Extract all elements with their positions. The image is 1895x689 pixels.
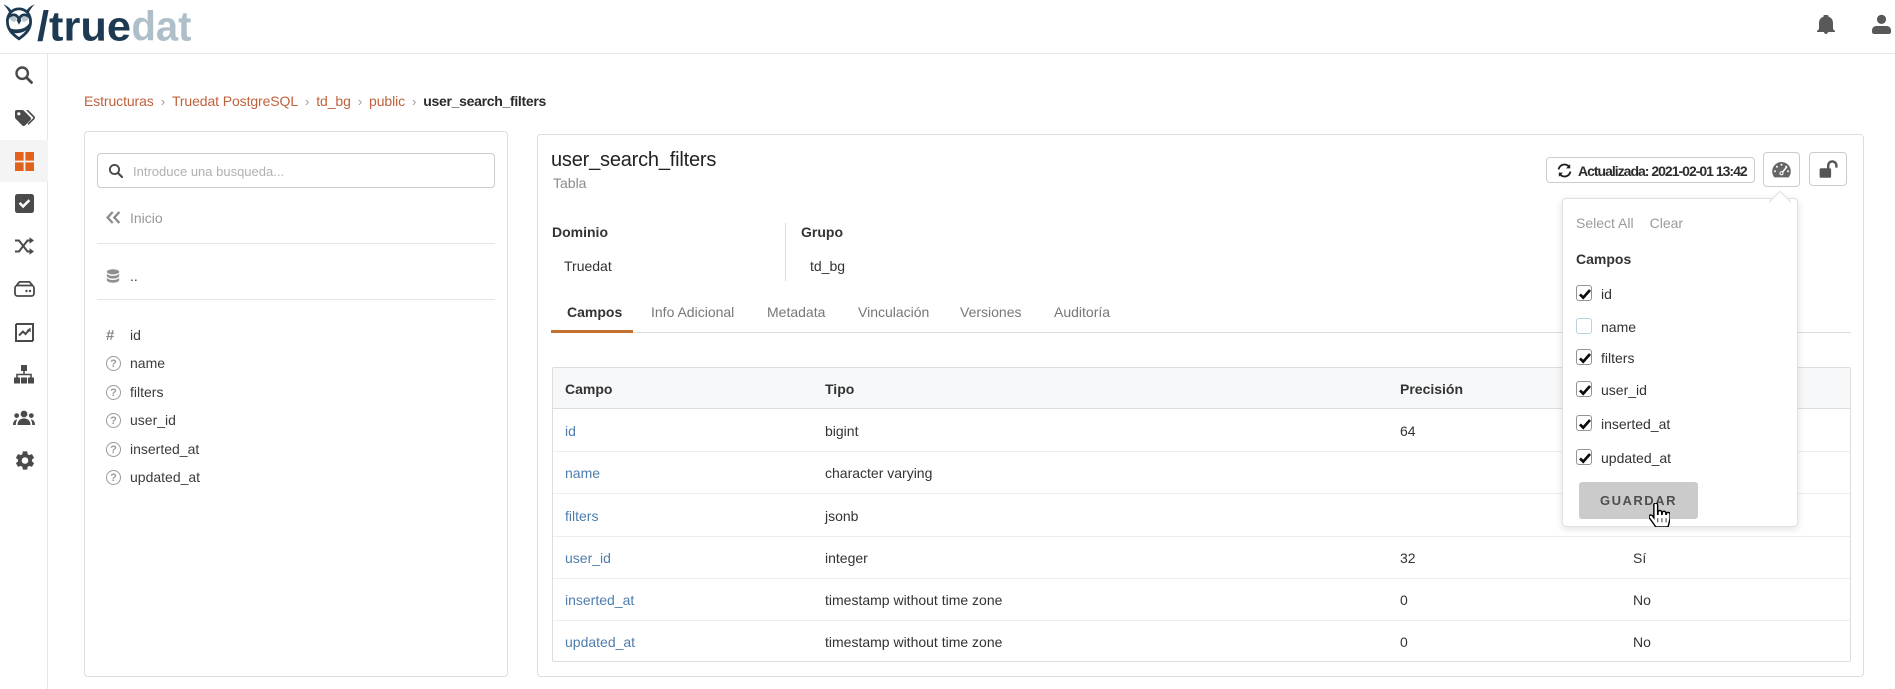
svg-text:dat: dat (132, 3, 192, 48)
svg-text:/true: /true (37, 3, 131, 48)
